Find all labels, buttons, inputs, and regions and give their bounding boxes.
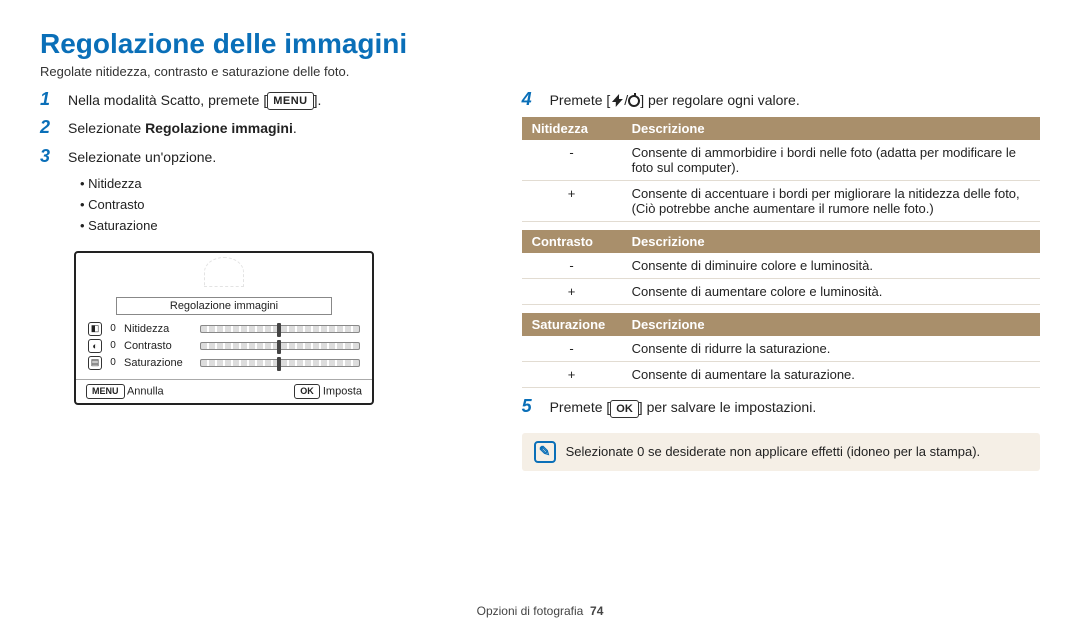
table-value: Consente di ammorbidire i bordi nelle fo… — [622, 140, 1040, 181]
step-number: 3 — [40, 146, 58, 167]
note-box: ✎ Selezionate 0 se desiderate non applic… — [522, 433, 1040, 471]
camera-preview: Regolazione immagini ◧ 0 Nitidezza ◐ 0 C… — [74, 251, 374, 405]
camera-row-saturazione: ▤ 0 Saturazione — [88, 356, 360, 370]
step-number: 2 — [40, 117, 58, 138]
step-2: 2 Selezionate Regolazione immagini. — [40, 117, 482, 139]
page-footer: Opzioni di fotografia 74 — [0, 604, 1080, 618]
camera-slider — [200, 359, 360, 367]
camera-slider — [200, 342, 360, 350]
contrast-icon: ◐ — [88, 339, 102, 353]
table-row: + Consente di accentuare i bordi per mig… — [522, 181, 1040, 222]
camera-label: Saturazione — [124, 357, 194, 369]
table-row: - Consente di diminuire colore e luminos… — [522, 253, 1040, 279]
table-header: Descrizione — [622, 117, 1040, 140]
table-header: Descrizione — [622, 230, 1040, 253]
table-saturazione: Saturazione Descrizione - Consente di ri… — [522, 313, 1040, 388]
step-text: Selezionate un'opzione. — [68, 146, 216, 168]
flash-icon — [610, 94, 624, 108]
page-title: Regolazione delle immagini — [40, 28, 1040, 60]
bullet-item: Nitidezza — [80, 174, 482, 195]
sharpness-icon: ◧ — [88, 322, 102, 336]
saturation-icon: ▤ — [88, 356, 102, 370]
camera-label: Contrasto — [124, 340, 194, 352]
table-contrasto: Contrasto Descrizione - Consente di dimi… — [522, 230, 1040, 305]
step-number: 4 — [522, 89, 540, 110]
right-column: 4 Premete [/] per regolare ogni valore. … — [522, 89, 1040, 471]
option-bullets: Nitidezza Contrasto Saturazione — [80, 174, 482, 236]
menu-button-icon: MENU — [86, 384, 125, 399]
bullet-item: Saturazione — [80, 216, 482, 237]
table-header: Saturazione — [522, 313, 622, 336]
step-1: 1 Nella modalità Scatto, premete [MENU]. — [40, 89, 482, 111]
bullet-item: Contrasto — [80, 195, 482, 216]
note-icon: ✎ — [534, 441, 556, 463]
camera-value: 0 — [108, 323, 118, 334]
table-header: Contrasto — [522, 230, 622, 253]
step-text: ]. — [314, 92, 322, 108]
step-text: Premete [ — [550, 399, 611, 415]
table-row: - Consente di ridurre la saturazione. — [522, 336, 1040, 362]
table-key: - — [522, 253, 622, 279]
table-header: Descrizione — [622, 313, 1040, 336]
step-number: 5 — [522, 396, 540, 417]
camera-slider — [200, 325, 360, 333]
table-row: + Consente di aumentare colore e luminos… — [522, 279, 1040, 305]
camera-panel-title: Regolazione immagini — [116, 297, 332, 315]
table-value: Consente di aumentare la saturazione. — [622, 362, 1040, 388]
table-value: Consente di ridurre la saturazione. — [622, 336, 1040, 362]
page-subtitle: Regolate nitidezza, contrasto e saturazi… — [40, 64, 1040, 79]
table-key: - — [522, 336, 622, 362]
camera-row-contrasto: ◐ 0 Contrasto — [88, 339, 360, 353]
camera-cancel: MENU Annulla — [86, 384, 164, 399]
step-text: ] per salvare le impostazioni. — [639, 399, 816, 415]
footer-section: Opzioni di fotografia — [477, 604, 584, 618]
camera-ok-label: Imposta — [323, 385, 362, 397]
camera-ok: OK Imposta — [294, 384, 362, 399]
table-header: Nitidezza — [522, 117, 622, 140]
table-nitidezza: Nitidezza Descrizione - Consente di ammo… — [522, 117, 1040, 222]
table-value: Consente di diminuire colore e luminosit… — [622, 253, 1040, 279]
table-key: + — [522, 181, 622, 222]
step-text: Premete [ — [550, 92, 611, 108]
ok-button-icon: OK — [610, 400, 639, 418]
ghost-figure-icon — [204, 257, 244, 287]
table-key: + — [522, 279, 622, 305]
table-key: - — [522, 140, 622, 181]
table-row: - Consente di ammorbidire i bordi nelle … — [522, 140, 1040, 181]
step-5: 5 Premete [OK] per salvare le impostazio… — [522, 396, 1040, 418]
ok-button-icon: OK — [294, 384, 320, 399]
menu-button-icon: MENU — [267, 92, 313, 110]
timer-icon — [628, 95, 640, 107]
step-3: 3 Selezionate un'opzione. — [40, 146, 482, 168]
footer-page: 74 — [590, 604, 603, 618]
step-text-bold: Regolazione immagini — [145, 120, 293, 136]
step-text: ] per regolare ogni valore. — [640, 92, 800, 108]
left-column: 1 Nella modalità Scatto, premete [MENU].… — [40, 89, 482, 471]
camera-cancel-label: Annulla — [127, 385, 164, 397]
camera-row-nitidezza: ◧ 0 Nitidezza — [88, 322, 360, 336]
step-number: 1 — [40, 89, 58, 110]
camera-label: Nitidezza — [124, 323, 194, 335]
step-text: . — [293, 120, 297, 136]
table-key: + — [522, 362, 622, 388]
step-text: Nella modalità Scatto, premete [ — [68, 92, 267, 108]
camera-value: 0 — [108, 340, 118, 351]
table-value: Consente di accentuare i bordi per migli… — [622, 181, 1040, 222]
step-text: Selezionate — [68, 120, 145, 136]
camera-value: 0 — [108, 357, 118, 368]
table-row: + Consente di aumentare la saturazione. — [522, 362, 1040, 388]
note-text: Selezionate 0 se desiderate non applicar… — [566, 444, 981, 459]
step-4: 4 Premete [/] per regolare ogni valore. — [522, 89, 1040, 111]
table-value: Consente di aumentare colore e luminosit… — [622, 279, 1040, 305]
